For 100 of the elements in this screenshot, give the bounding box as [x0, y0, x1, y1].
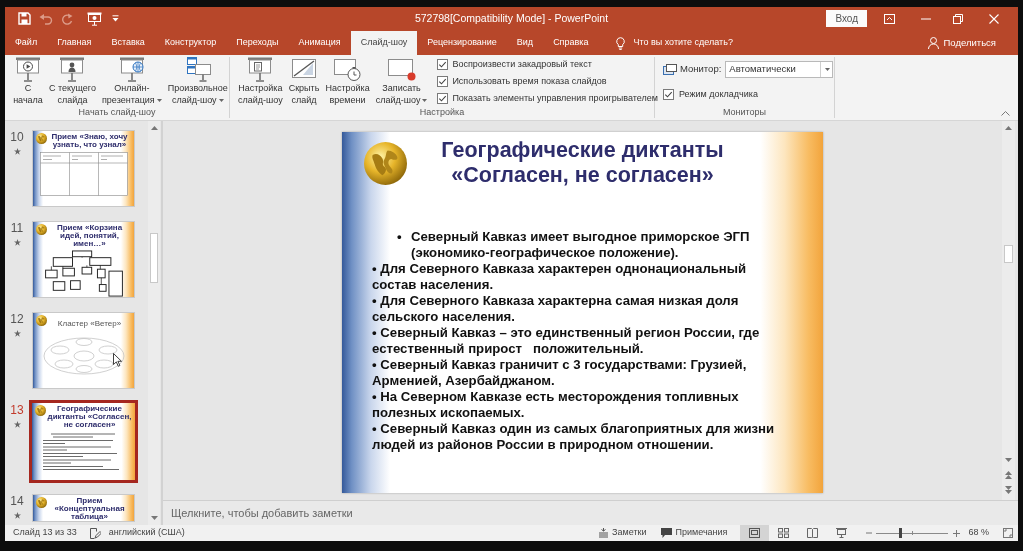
ribbon-tab[interactable]: Конструктор: [154, 31, 227, 55]
thumbnail-title: Прием «Корзина идей, понятий, имен…»: [55, 224, 124, 248]
zoom-percentage[interactable]: 68 %: [968, 526, 989, 540]
ribbon-tab[interactable]: Вид: [506, 31, 544, 55]
window-title: 572798[Compatibility Mode] - PowerPoint: [414, 10, 609, 26]
ribbon-display-options-icon[interactable]: [884, 13, 895, 24]
projector-screen-icon[interactable]: [87, 11, 102, 26]
slide-thumbnail[interactable]: Кластер «Ветер»: [29, 309, 138, 392]
from-beginning-button[interactable]: С начала: [13, 57, 43, 106]
scrollbar-thumb[interactable]: [150, 233, 158, 283]
checkbox-label[interactable]: Режим докладчика: [679, 87, 758, 102]
slide-number: 11: [10, 221, 24, 235]
notes-button[interactable]: Заметки: [599, 526, 647, 540]
bullet-text: • Северный Кавказ – это единственный регион России, где естественный прирост положительный.: [372, 325, 761, 357]
checkbox-label[interactable]: Показать элементы управления проигрывателем: [452, 91, 658, 106]
thumbnail-title: Прием «Концептуальная таблица»: [53, 497, 126, 521]
close-icon[interactable]: [989, 13, 999, 24]
vertical-scrollbar[interactable]: [148, 121, 160, 525]
custom-slide-show-button[interactable]: Произвольное слайд-шоу: [167, 57, 228, 106]
scroll-down-arrow-icon[interactable]: [1005, 458, 1012, 462]
sign-in-button[interactable]: Вход: [826, 10, 867, 27]
checkbox-label[interactable]: Воспроизвести закадровый текст: [452, 57, 592, 72]
checkbox[interactable]: [663, 89, 674, 100]
slide-show-icon: [836, 528, 848, 538]
globe-icon: [36, 133, 47, 144]
list-bullet: •: [397, 229, 403, 246]
globe-icon: [36, 315, 47, 326]
slide-number: 10: [10, 130, 24, 144]
thumbnail-title: Прием «Знаю, хочу узнать, что узнал»: [50, 133, 129, 149]
group-label: Мониторы: [722, 106, 767, 118]
next-slide-icon[interactable]: [1005, 486, 1012, 494]
group-label: Начать слайд-шоу: [78, 106, 156, 118]
globe-icon: [36, 224, 47, 235]
globe-icon: [364, 142, 407, 185]
customize-caret-icon[interactable]: [112, 15, 119, 22]
scrollbar-thumb[interactable]: [1004, 245, 1013, 263]
checkbox-label[interactable]: Использовать время показа слайдов: [452, 74, 607, 89]
slide-thumbnail[interactable]: Прием «Знаю, хочу узнать, что узнал»: [29, 127, 138, 210]
slide-sorter-icon: [778, 528, 790, 538]
normal-view-icon: [749, 528, 761, 538]
zoom-slider-thumb[interactable]: [899, 528, 903, 538]
present-online-button[interactable]: Онлайн- презентация: [101, 57, 162, 106]
collapse-ribbon-icon[interactable]: [1001, 111, 1010, 116]
slide-number: 13: [10, 403, 24, 417]
comments-button[interactable]: Примечания: [660, 526, 728, 540]
bullet-text: Северный Кавказ имеет выгодное приморское ЭГП (экономико-географическое положение).: [411, 229, 751, 261]
share-button[interactable]: Поделиться: [927, 31, 996, 55]
set-up-slide-show-button[interactable]: Настройка слайд-шоу: [238, 57, 283, 106]
monitor-icon: [663, 63, 677, 75]
notes-icon: [599, 528, 609, 538]
checkbox[interactable]: [437, 76, 449, 87]
rehearse-timings-button[interactable]: Настройка времени: [325, 57, 370, 106]
reading-view-icon: [807, 528, 819, 538]
zoom-slider[interactable]: [876, 528, 949, 538]
slide-number: 14: [10, 494, 24, 508]
ribbon-tab[interactable]: Анимация: [288, 31, 351, 55]
save-icon[interactable]: [18, 12, 31, 25]
record-slide-show-button[interactable]: Записать слайд-шоу: [375, 57, 428, 106]
dropdown-caret-icon: [825, 67, 831, 71]
vertical-scrollbar[interactable]: [1002, 121, 1015, 500]
ribbon-tab[interactable]: Слайд-шоу: [350, 31, 418, 55]
from-current-slide-button[interactable]: С текущего слайда: [49, 57, 96, 106]
tell-me-search[interactable]: Что вы хотите сделать?: [616, 31, 733, 55]
ribbon-tab[interactable]: Справка: [543, 31, 599, 55]
scroll-up-arrow-icon[interactable]: [1005, 126, 1012, 130]
ribbon-tab[interactable]: Файл: [5, 31, 48, 55]
checkbox[interactable]: [437, 59, 449, 70]
ribbon-tab[interactable]: Вставка: [101, 31, 155, 55]
group-label: Настройка: [419, 106, 465, 118]
ribbon-tab[interactable]: Переходы: [226, 31, 289, 55]
slide-thumbnail[interactable]: Прием «Концептуальная таблица»: [29, 491, 138, 525]
ribbon-tab[interactable]: Главная: [47, 31, 102, 55]
scroll-up-arrow-icon[interactable]: [150, 126, 158, 130]
ribbon-tab[interactable]: Рецензирование: [417, 31, 507, 55]
restore-icon[interactable]: [953, 13, 963, 24]
notes-field[interactable]: Щелкните, чтобы добавить заметки: [163, 500, 1018, 525]
bullet-text: • На Северном Кавказе есть месторождения топливных полезных ископаемых.: [372, 389, 740, 421]
checkbox[interactable]: [437, 93, 449, 104]
bullet-text: • Для Северного Кавказа характерен однонациональный состав населения.: [372, 261, 748, 293]
bullet-text: • Северный Кавказ граничит с 3 государствами: Грузией, Арменией, Азербайджаном.: [372, 357, 748, 389]
slide-title: Географические диктанты «Согласен, не согласен»: [441, 138, 724, 188]
slide-thumbnail[interactable]: Прием «Корзина идей, понятий, имен…»: [29, 218, 138, 301]
monitor-dropdown[interactable]: Автоматически: [725, 60, 834, 78]
document-pen-icon[interactable]: [89, 527, 101, 539]
person-icon: [927, 37, 939, 49]
hide-slide-button[interactable]: Скрыть слайд: [288, 57, 320, 106]
scroll-down-arrow-icon[interactable]: [150, 516, 158, 520]
language-indicator[interactable]: английский (США): [108, 526, 185, 540]
lightbulb-icon: [616, 36, 626, 50]
bullet-text: • Для Северного Кавказа характерна самая низкая доля сельского населения.: [372, 293, 740, 325]
monitor-label: Монитор:: [680, 61, 722, 76]
view-button[interactable]: [740, 525, 770, 541]
slide-counter: Слайд 13 из 33: [13, 526, 77, 540]
globe-icon: [36, 497, 47, 508]
zoom-in-icon[interactable]: [953, 529, 961, 537]
thumbnail-title: Кластер «Ветер»: [56, 320, 123, 328]
previous-slide-icon[interactable]: [1005, 471, 1012, 479]
slide-number: 12: [10, 312, 24, 326]
bullet-text: • Северный Кавказ один из самых благоприятных для жизни людей из районов России в природном отношении.: [372, 421, 776, 453]
fit-to-window-icon[interactable]: [1003, 528, 1013, 538]
